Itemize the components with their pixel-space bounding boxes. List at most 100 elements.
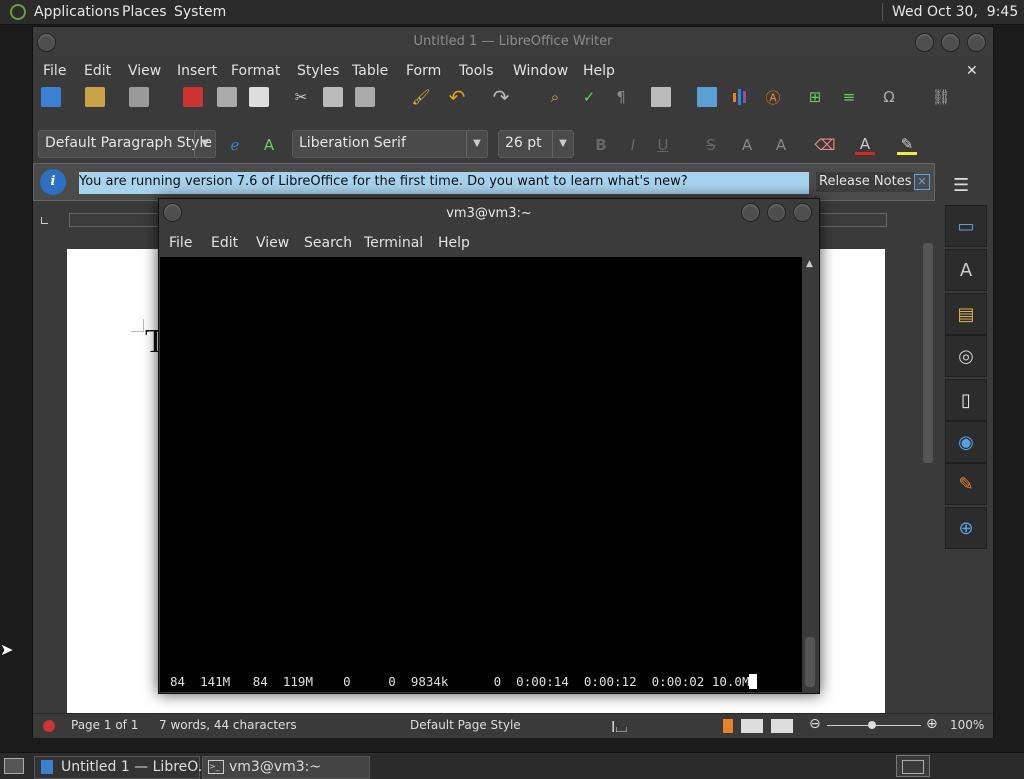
font-size-dropdown[interactable]: 26 pt ▼	[498, 130, 574, 158]
export-pdf-icon[interactable]	[183, 87, 203, 107]
redo-icon[interactable]: ↷	[491, 85, 511, 109]
style-inspector-icon[interactable]: ◉	[945, 421, 987, 463]
writer-titlebar[interactable]: Untitled 1 — LibreOffice Writer	[33, 27, 993, 57]
design-icon[interactable]: ⊕	[945, 507, 987, 549]
manage-changes-icon[interactable]: ✎	[945, 463, 987, 505]
terminal-scrollbar[interactable]: ▲	[802, 257, 818, 692]
menu-file[interactable]: File	[43, 63, 66, 79]
underline-icon[interactable]: U	[653, 135, 673, 155]
insert-field-icon[interactable]: ≡	[839, 87, 859, 107]
menu-window[interactable]: Window	[513, 63, 568, 79]
menu-form[interactable]: Form	[406, 63, 441, 79]
paste-icon[interactable]	[355, 87, 375, 107]
clock[interactable]: Wed Oct 30, 9:45 PM	[892, 4, 1024, 20]
tab-stop-icon[interactable]	[41, 217, 48, 224]
navigator-icon[interactable]: ◎	[945, 335, 987, 377]
menu-view[interactable]: View	[128, 63, 161, 79]
insert-page-break-icon[interactable]: ⊞	[805, 87, 825, 107]
menu-edit[interactable]: Edit	[84, 63, 111, 79]
insert-image-icon[interactable]	[697, 87, 717, 107]
strikethrough-icon[interactable]: S	[701, 135, 721, 155]
maximize-button[interactable]	[941, 33, 960, 52]
menu-tools[interactable]: Tools	[459, 63, 494, 79]
print-preview-icon[interactable]	[249, 87, 269, 107]
workspace-switcher[interactable]	[896, 755, 930, 777]
insert-table-icon[interactable]	[651, 87, 671, 107]
zoom-level[interactable]: 100%	[950, 718, 984, 732]
new-style-icon[interactable]: A	[259, 135, 279, 155]
maximize-button[interactable]	[767, 203, 786, 222]
release-notes-button[interactable]: Release Notes	[816, 172, 915, 192]
clone-formatting-icon[interactable]: 🖌	[411, 87, 431, 107]
superscript-icon[interactable]: A	[737, 135, 757, 155]
places-menu[interactable]: Places	[122, 4, 167, 20]
book-view-icon[interactable]	[771, 719, 793, 733]
word-count[interactable]: 7 words, 44 characters	[159, 718, 297, 732]
zoom-in-icon[interactable]: ⊕	[926, 716, 938, 732]
save-icon[interactable]	[129, 87, 149, 107]
menu-view[interactable]: View	[256, 235, 289, 251]
scroll-up-icon[interactable]: ▲	[806, 259, 813, 269]
insert-text-box-icon[interactable]: Ⓐ	[763, 87, 783, 107]
close-document-icon[interactable]: ✕	[966, 63, 978, 79]
sidebar-menu-icon[interactable]: ☰	[953, 175, 969, 196]
page-icon[interactable]: ▯	[945, 379, 987, 421]
taskbar-item-terminal[interactable]: >_ vm3@vm3:~	[202, 756, 370, 779]
highlight-color-icon[interactable]: ✎	[897, 135, 917, 155]
terminal-scrollbar-thumb[interactable]	[805, 637, 815, 687]
menu-styles[interactable]: Styles	[297, 63, 339, 79]
menu-help[interactable]: Help	[583, 63, 615, 79]
insert-special-character-icon[interactable]: Ω	[879, 87, 899, 107]
terminal-titlebar[interactable]: vm3@vm3:~	[159, 199, 819, 227]
new-document-icon[interactable]	[41, 87, 61, 107]
multi-page-view-icon[interactable]	[741, 719, 763, 733]
paragraph-style-dropdown[interactable]: Default Paragraph Style ▼	[38, 130, 216, 158]
minimize-button[interactable]	[915, 33, 934, 52]
infobar-close-icon[interactable]: ✕	[914, 174, 930, 190]
page-style[interactable]: Default Page Style	[410, 718, 521, 732]
menu-terminal[interactable]: Terminal	[364, 235, 423, 251]
minimize-button[interactable]	[741, 203, 760, 222]
styles-icon[interactable]: A	[945, 249, 987, 291]
show-desktop-icon[interactable]	[4, 758, 24, 774]
distro-logo-icon[interactable]	[10, 4, 26, 20]
italic-icon[interactable]: I	[623, 135, 643, 155]
bold-icon[interactable]: B	[591, 135, 611, 155]
menu-format[interactable]: Format	[231, 63, 280, 79]
single-page-view-icon[interactable]	[723, 719, 733, 733]
terminal-screen[interactable]: 84 141M 84 119M 0 0 9834k 0 0:00:14 0:00…	[160, 257, 802, 692]
page-count[interactable]: Page 1 of 1	[71, 718, 138, 732]
scrollbar-thumb[interactable]	[923, 243, 933, 463]
menu-insert[interactable]: Insert	[177, 63, 217, 79]
subscript-icon[interactable]: A	[771, 135, 791, 155]
insert-chart-icon[interactable]	[729, 87, 749, 107]
gallery-icon[interactable]: ▤	[945, 293, 987, 335]
print-icon[interactable]	[217, 87, 237, 107]
menu-help[interactable]: Help	[438, 235, 470, 251]
font-color-icon[interactable]: A	[855, 135, 875, 155]
undo-icon[interactable]: ↶	[447, 85, 467, 109]
font-name-dropdown[interactable]: Liberation Serif ▼	[292, 130, 488, 158]
cut-icon[interactable]: ✂	[291, 87, 311, 107]
menu-file[interactable]: File	[169, 235, 192, 251]
close-button[interactable]	[793, 203, 812, 222]
menu-search[interactable]: Search	[304, 235, 352, 251]
spelling-icon[interactable]: ✓	[579, 87, 599, 107]
find-replace-icon[interactable]: ⌕	[545, 87, 565, 107]
insert-hyperlink-icon[interactable]: ⛓	[931, 87, 951, 107]
formatting-marks-icon[interactable]: ¶	[611, 87, 631, 107]
digital-signature-icon[interactable]	[43, 720, 55, 732]
update-style-icon[interactable]: ℯ	[225, 135, 245, 155]
applications-menu[interactable]: Applications	[34, 4, 120, 20]
open-folder-icon[interactable]	[85, 87, 105, 107]
menu-table[interactable]: Table	[352, 63, 388, 79]
taskbar-item-writer[interactable]: Untitled 1 — LibreO...	[34, 756, 211, 779]
close-button[interactable]	[967, 33, 986, 52]
system-menu[interactable]: System	[174, 4, 226, 20]
menu-edit[interactable]: Edit	[211, 235, 238, 251]
zoom-slider-handle[interactable]	[868, 721, 876, 729]
copy-icon[interactable]	[323, 87, 343, 107]
zoom-out-icon[interactable]: ⊖	[809, 716, 821, 732]
clear-formatting-icon[interactable]: ⌫	[814, 135, 835, 155]
properties-icon[interactable]: ▭	[945, 205, 987, 247]
